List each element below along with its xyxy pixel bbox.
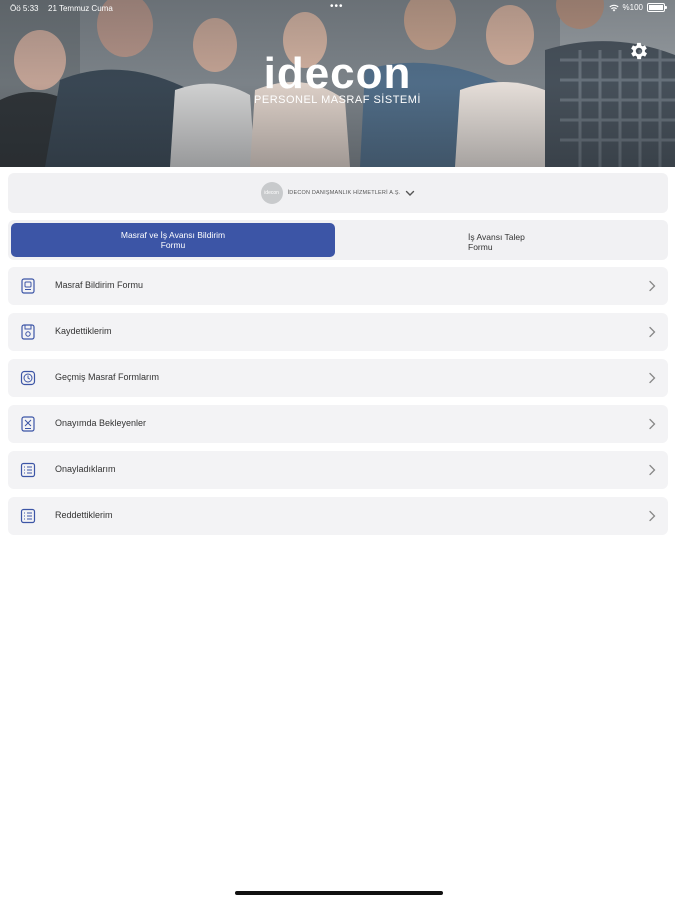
status-bar: Öö 5:33 21 Temmuz Cuma ••• %100 [0, 0, 675, 16]
menu-item-pending-approval[interactable]: Onayımda Bekleyenler [8, 405, 668, 443]
saved-document-icon [21, 324, 35, 340]
chevron-right-icon [649, 372, 656, 384]
logo-wordmark: idecon [263, 49, 412, 98]
home-indicator[interactable] [235, 891, 443, 895]
tab-advance-request[interactable]: İş Avansı Talep Formu [338, 223, 665, 257]
menu-item-label: Onayladıklarım [55, 464, 116, 474]
app-logo: idecon PERSONEL MASRAF SİSTEMİ [0, 49, 675, 107]
battery-icon [647, 3, 667, 12]
wifi-icon [608, 4, 619, 11]
menu-item-label: Geçmiş Masraf Formlarım [55, 372, 160, 382]
gear-icon[interactable] [628, 40, 650, 62]
history-icon [20, 370, 36, 386]
company-selector[interactable]: idecon İDECON DANIŞMANLIK HİZMETLERİ A.Ş… [8, 173, 668, 213]
status-indicators: %100 [608, 3, 667, 12]
menu-item-label: Onayımda Bekleyenler [55, 418, 147, 428]
tab-expense-advance-notification[interactable]: Masraf ve İş Avansı Bildirim Formu [11, 223, 335, 257]
form-type-tabs: Masraf ve İş Avansı Bildirim Formu İş Av… [8, 220, 668, 260]
tab-label: İş Avansı Talep Formu [468, 232, 525, 252]
rejected-list-icon [20, 508, 36, 524]
menu-item-label: Reddettiklerim [55, 510, 113, 520]
status-date: 21 Temmuz Cuma [48, 4, 113, 13]
menu-item-saved[interactable]: Kaydettiklerim [8, 313, 668, 351]
chevron-down-icon [406, 190, 415, 196]
chevron-right-icon [649, 326, 656, 338]
menu-item-approved[interactable]: Onayladıklarım [8, 451, 668, 489]
chevron-right-icon [649, 280, 656, 292]
chevron-right-icon [649, 418, 656, 430]
app-subtitle: PERSONEL MASRAF SİSTEMİ [254, 94, 421, 106]
multitask-dots[interactable]: ••• [330, 1, 344, 12]
menu-item-label: Masraf Bildirim Formu [55, 280, 144, 290]
chevron-right-icon [649, 510, 656, 522]
tab-label: Masraf ve İş Avansı Bildirim Formu [120, 230, 226, 250]
company-name: İDECON DANIŞMANLIK HİZMETLERİ A.Ş. [287, 190, 401, 196]
battery-percentage: %100 [622, 3, 643, 12]
company-logo-text: idecon [264, 190, 279, 196]
menu-item-rejected[interactable]: Reddettiklerim [8, 497, 668, 535]
menu-item-expense-form[interactable]: Masraf Bildirim Formu [8, 267, 668, 305]
document-icon [21, 278, 35, 294]
pending-approval-icon [21, 416, 35, 432]
chevron-right-icon [649, 464, 656, 476]
company-logo: idecon [260, 182, 283, 204]
status-time: Öö 5:33 [10, 4, 39, 13]
battery-level [649, 5, 663, 10]
header-banner: Öö 5:33 21 Temmuz Cuma ••• %100 idecon P… [0, 0, 675, 167]
approved-list-icon [20, 462, 36, 478]
menu-item-history[interactable]: Geçmiş Masraf Formlarım [8, 359, 668, 397]
menu-item-label: Kaydettiklerim [55, 326, 112, 336]
